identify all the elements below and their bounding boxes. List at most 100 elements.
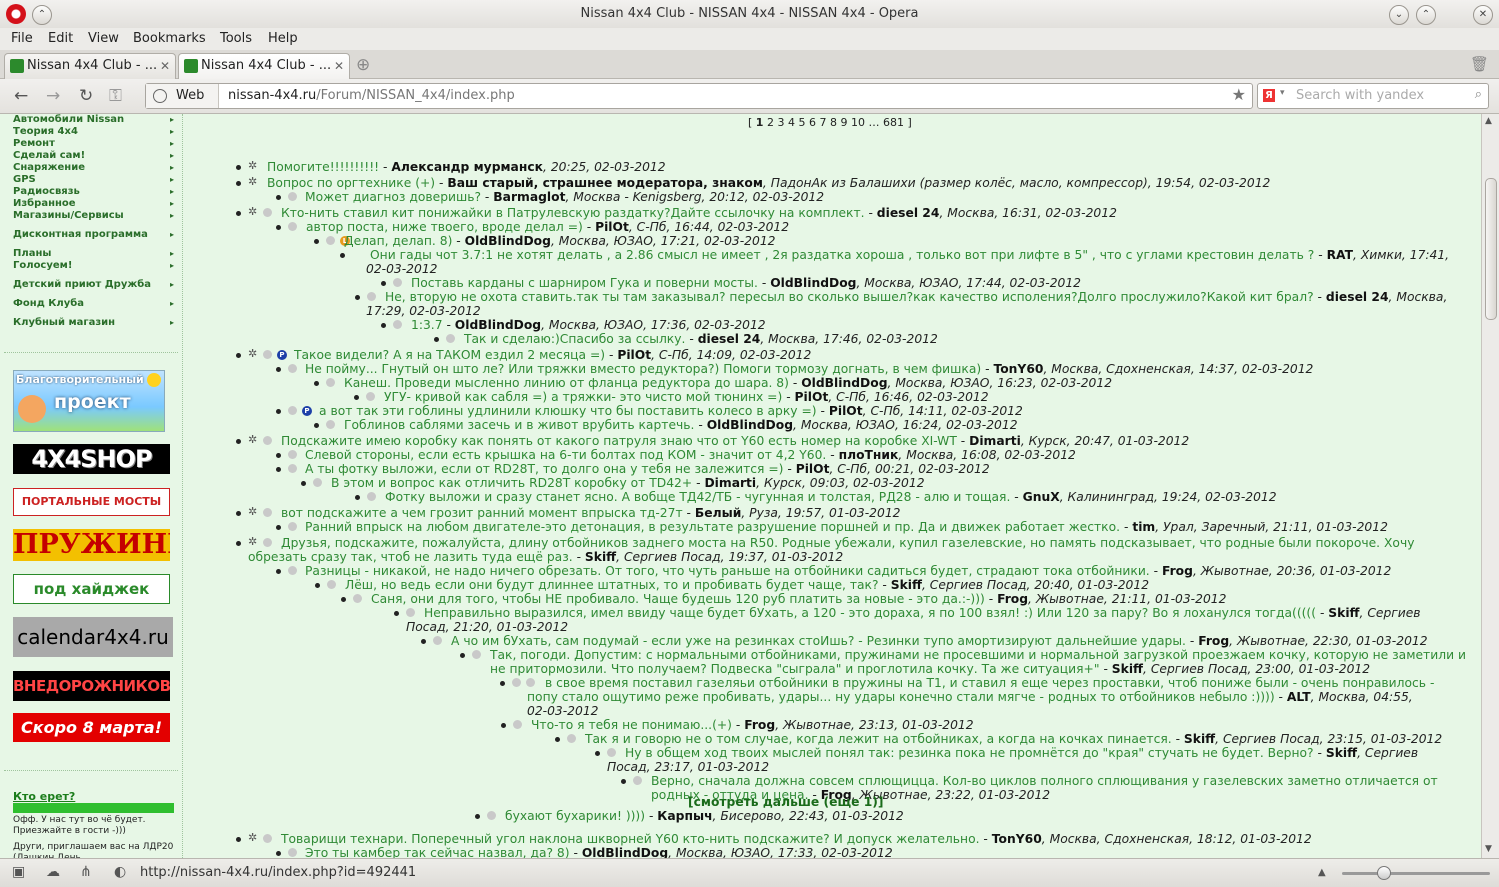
- thread-title-link[interactable]: Делап, делап. 8): [344, 234, 456, 248]
- thread-title-link[interactable]: Ну в общем ход твоих мыслей понял так: р…: [625, 746, 1318, 760]
- thread-author[interactable]: Dimarti: [969, 434, 1021, 448]
- thread-author[interactable]: Barmaglot: [493, 190, 565, 204]
- tab-close-icon[interactable]: ✕: [334, 54, 344, 78]
- thread-title-link[interactable]: Вопрос по оргтехнике (+): [267, 176, 439, 190]
- thread-author[interactable]: Skiff: [891, 578, 922, 592]
- thread-author[interactable]: Карпыч: [657, 809, 712, 823]
- sidebar-item-theory[interactable]: Теория 4х4: [13, 126, 78, 137]
- close-button[interactable]: ✕: [1473, 5, 1493, 25]
- thread-author[interactable]: PilOt: [595, 220, 629, 234]
- springs-banner[interactable]: ПРУЖИНЫ: [13, 529, 170, 561]
- thread-title-link[interactable]: попу стало ощутимо реже пробивать, удары…: [527, 690, 1279, 704]
- panel-toggle-icon[interactable]: ▣: [12, 864, 25, 880]
- thread-title-link[interactable]: Гоблинов саблями засечь и в живот врубит…: [344, 418, 698, 432]
- sidebar-item-radio[interactable]: Радиосвязь: [13, 186, 80, 197]
- 4x4shop-banner[interactable]: 4X4SHOP: [13, 444, 170, 474]
- vertical-scrollbar[interactable]: ▲ ▼: [1481, 114, 1499, 858]
- show-more-link[interactable]: [смотреть дальше (еще 1)]: [688, 795, 884, 809]
- offroaders-banner[interactable]: ВНЕДОРОЖНИКОВ: [13, 671, 170, 701]
- portal-axles-banner[interactable]: ПОРТАЛЬНЫЕ МОСТЫ: [13, 488, 170, 516]
- address-url[interactable]: nissan-4x4.ru/Forum/NISSAN_4x4/index.php: [228, 84, 515, 108]
- thread-title-link[interactable]: Не, вторую не охота ставить.так ты там з…: [385, 290, 1318, 304]
- search-icon[interactable]: ⌕: [1475, 87, 1482, 102]
- thread-author[interactable]: TonY60: [993, 362, 1043, 376]
- thread-title-link[interactable]: Неправильно выразился, имел ввиду чаще б…: [424, 606, 1320, 620]
- thread-gear-icon[interactable]: ✲: [248, 175, 257, 188]
- thread-author[interactable]: Skiff: [1326, 746, 1357, 760]
- zoom-slider-knob[interactable]: [1377, 866, 1391, 880]
- menu-help[interactable]: Help: [268, 31, 298, 46]
- thread-title-link[interactable]: Разницы - никакой, не надо ничего обреза…: [305, 564, 1154, 578]
- sidebar-item-shops[interactable]: Магазины/Сервисы: [13, 210, 124, 221]
- tab-close-icon[interactable]: ✕: [160, 54, 170, 78]
- menu-file[interactable]: File: [11, 31, 33, 46]
- thread-title-link[interactable]: бухают бухарики! )))): [505, 809, 649, 823]
- sidebar-item-gps[interactable]: GPS: [13, 174, 36, 185]
- tab-1[interactable]: Nissan 4x4 Club - ... ✕: [4, 53, 176, 79]
- hi-jack-banner[interactable]: под хайджек: [13, 574, 170, 604]
- thread-author[interactable]: Ваш старый, страшнее модератора, знаком: [447, 176, 763, 190]
- menu-view[interactable]: View: [88, 31, 119, 46]
- thread-gear-icon[interactable]: ✲: [248, 831, 257, 844]
- thread-author[interactable]: PilOt: [617, 348, 651, 362]
- page-link[interactable]: 6: [809, 116, 816, 129]
- menu-bookmarks[interactable]: Bookmarks: [133, 31, 206, 46]
- sidebar-item-repair[interactable]: Ремонт: [13, 138, 55, 149]
- thread-title-link[interactable]: А чо им бУхать, сам подумай - если уже н…: [451, 634, 1190, 648]
- share-icon[interactable]: ⋔: [80, 864, 92, 880]
- page-link[interactable]: 8: [830, 116, 837, 129]
- sidebar-item-diy[interactable]: Сделай сам!: [13, 150, 85, 161]
- zoom-up-icon[interactable]: ▲: [1318, 867, 1326, 878]
- key-icon[interactable]: ⚿: [109, 86, 122, 106]
- back-icon[interactable]: ←: [14, 86, 28, 106]
- thread-author[interactable]: Skiff: [585, 550, 616, 564]
- thread-author[interactable]: Skiff: [1112, 662, 1143, 676]
- yandex-icon[interactable]: Я: [1263, 89, 1275, 102]
- page-link[interactable]: 4: [788, 116, 795, 129]
- thread-gear-icon[interactable]: ✲: [248, 159, 257, 172]
- thread-title-link[interactable]: не притормозили. Что получаем? Подвеска …: [490, 662, 1103, 676]
- scrollbar-thumb[interactable]: [1485, 178, 1497, 320]
- thread-title-link[interactable]: Так я и говорю не о том случае, когда ле…: [585, 732, 1176, 746]
- sidebar-item-discount[interactable]: Дисконтная программа: [13, 229, 148, 240]
- thread-title-link[interactable]: УГУ- кривой как сабля =) а тряжки- это ч…: [384, 390, 786, 404]
- search-input[interactable]: Search with yandex: [1296, 88, 1424, 103]
- thread-author[interactable]: RAT: [1327, 248, 1353, 262]
- thread-author[interactable]: diesel 24: [1326, 290, 1389, 304]
- thread-author[interactable]: Dimarti: [704, 476, 756, 490]
- page-link[interactable]: 3: [777, 116, 784, 129]
- thread-title-link[interactable]: А ты фотку выложи, если от RD28T, то дол…: [305, 462, 787, 476]
- thread-author[interactable]: diesel 24: [698, 332, 761, 346]
- thread-title-link[interactable]: Они гады чот 3.7:1 не хотят делать , а 2…: [370, 248, 1318, 262]
- thread-title-link[interactable]: 1:3.7: [411, 318, 446, 332]
- sidebar-item-gear[interactable]: Снаряжение: [13, 162, 85, 173]
- menu-tools[interactable]: Tools: [220, 31, 252, 46]
- trash-icon[interactable]: 🗑: [1470, 55, 1489, 73]
- scroll-up-icon[interactable]: ▲: [1485, 116, 1492, 126]
- thread-title-link[interactable]: вот подскажите а чем грозит ранний момен…: [281, 506, 687, 520]
- thread-author[interactable]: PilOt: [795, 390, 829, 404]
- thread-author[interactable]: OldBlindDog: [707, 418, 793, 432]
- scroll-down-icon[interactable]: ▼: [1485, 844, 1492, 854]
- thread-title-link[interactable]: Верно, сначала должна совсем сплющицца. …: [651, 774, 1438, 788]
- thread-author[interactable]: PilOt: [796, 462, 830, 476]
- thread-author[interactable]: Skiff: [1184, 732, 1215, 746]
- thread-title-link[interactable]: Слевой стороны, если есть крышка на 6-ти…: [305, 448, 830, 462]
- thread-gear-icon[interactable]: ✲: [248, 505, 257, 518]
- zoom-slider[interactable]: [1342, 872, 1490, 875]
- thread-author[interactable]: PilOt: [829, 404, 863, 418]
- thread-author[interactable]: diesel 24: [877, 206, 940, 220]
- thread-author[interactable]: Белый: [695, 506, 741, 520]
- bookmark-star-icon[interactable]: ★: [1232, 85, 1246, 104]
- thread-title-link[interactable]: Ранний впрыск на любом двигателе-это дет…: [305, 520, 1124, 534]
- thread-title-link[interactable]: Так и сделаю:)Спасибо за ссылку.: [464, 332, 689, 346]
- thread-title-link[interactable]: автор поста, ниже твоего, вроде делал =): [306, 220, 587, 234]
- menu-edit[interactable]: Edit: [48, 31, 73, 46]
- thread-author[interactable]: плоТник: [839, 448, 899, 462]
- thread-title-link[interactable]: обрезать сразу так, чтоб не лазить туда …: [248, 550, 577, 564]
- thread-author[interactable]: OldBlindDog: [801, 376, 887, 390]
- thread-title-link[interactable]: Не пойму... Гнутый он што ле? Или тряжки…: [305, 362, 985, 376]
- page-link-last[interactable]: 681: [883, 116, 904, 129]
- reload-icon[interactable]: ↻: [79, 86, 93, 106]
- tab-2[interactable]: Nissan 4x4 Club - ... ✕: [178, 53, 350, 79]
